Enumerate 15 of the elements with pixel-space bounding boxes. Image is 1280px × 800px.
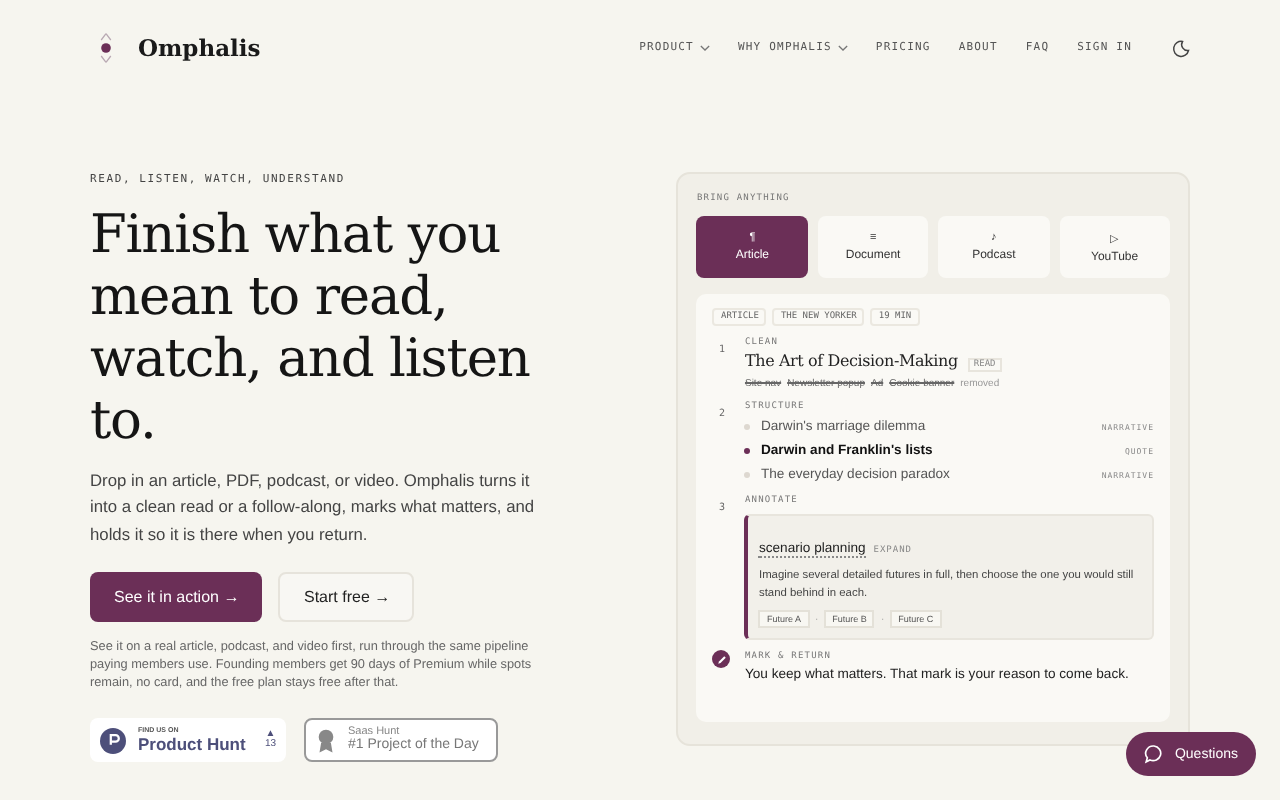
headline: Finish what you mean to read, watch, and listen to. bbox=[90, 204, 532, 452]
lead-paragraph: Drop in an article, PDF, podcast, or video. Omphalis turns it into a clean read or a follow-along, marks what matters, and holds it so it is there when you return. bbox=[90, 468, 537, 548]
award-icon bbox=[316, 727, 336, 754]
chat-bubble-icon bbox=[1144, 744, 1165, 764]
logo-icon bbox=[98, 32, 114, 64]
see-in-action-button[interactable]: See it in action → bbox=[90, 572, 262, 623]
article-title: The Art of Decision-Making bbox=[744, 352, 958, 370]
brand-name[interactable]: Omphalis bbox=[138, 34, 261, 62]
pen-icon bbox=[712, 650, 731, 668]
chevron-down-icon bbox=[699, 44, 710, 52]
chevron-down-icon bbox=[837, 44, 848, 52]
moon-icon[interactable] bbox=[1172, 39, 1190, 57]
start-free-button[interactable]: Start free → bbox=[278, 572, 414, 623]
badge-title: Product Hunt bbox=[138, 735, 246, 753]
product-hunt-logo-icon bbox=[100, 727, 126, 754]
